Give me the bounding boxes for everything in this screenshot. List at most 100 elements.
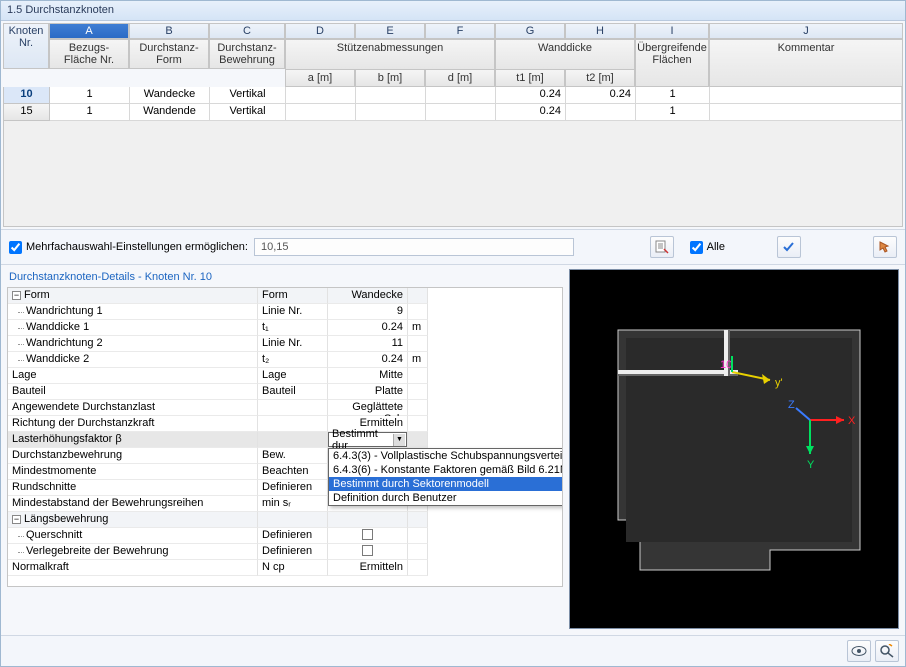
header-wand[interactable]: Wanddicke	[495, 39, 635, 69]
property-value[interactable]	[328, 528, 408, 544]
property-row[interactable]: BauteilBauteilPlatte	[8, 384, 562, 400]
cell-komm[interactable]	[710, 104, 902, 121]
dropdown-option[interactable]: 6.4.3(6) - Konstante Faktoren gemäß Bild…	[329, 463, 563, 477]
viewport-3d[interactable]: 10 y' X Y Z	[569, 269, 899, 629]
row-header[interactable]: 15	[4, 104, 50, 121]
property-value[interactable]: Ermitteln	[328, 560, 408, 576]
property-row[interactable]: NormalkraftN cpErmitteln	[8, 560, 562, 576]
col-letter-c[interactable]: C	[209, 23, 285, 39]
property-value[interactable]: 0.24	[328, 320, 408, 336]
property-group[interactable]: −Längsbewehrung	[8, 512, 562, 528]
pick-element-button[interactable]	[873, 236, 897, 258]
property-checkbox[interactable]	[362, 545, 373, 556]
cell-b[interactable]	[356, 104, 426, 121]
col-letter-h[interactable]: H	[565, 23, 635, 39]
col-letter-d[interactable]: D	[285, 23, 355, 39]
property-value[interactable]	[328, 544, 408, 560]
property-value[interactable]: 9	[328, 304, 408, 320]
cell-t2[interactable]: 0.24	[566, 87, 636, 104]
header-bew[interactable]: Durchstanz- Bewehrung	[209, 39, 285, 69]
property-value[interactable]: Wandecke	[328, 288, 408, 304]
property-symbol: Bauteil	[258, 384, 328, 400]
selection-input[interactable]: 10,15	[254, 238, 574, 256]
cell-t1[interactable]: 0.24	[496, 104, 566, 121]
property-row[interactable]: Angewendete DurchstanzlastGeglättete Sch	[8, 400, 562, 416]
dropdown-option[interactable]: Bestimmt durch Sektorenmodell	[329, 477, 563, 491]
dropdown-option[interactable]: 6.4.3(3) - Vollplastische Schubspannungs…	[329, 449, 563, 463]
beta-dropdown[interactable]: Bestimmt dur	[328, 432, 407, 447]
header-d[interactable]: d [m]	[425, 69, 495, 87]
cell-form[interactable]: Wandende	[130, 104, 210, 121]
property-value[interactable]: Mitte	[328, 368, 408, 384]
cell-ueber[interactable]: 1	[636, 104, 710, 121]
header-t1[interactable]: t1 [m]	[495, 69, 565, 87]
header-t2[interactable]: t2 [m]	[565, 69, 635, 87]
zoom-button[interactable]	[875, 640, 899, 662]
property-value[interactable]: Geglättete Sch	[328, 400, 408, 416]
dropdown-option[interactable]: Definition durch Benutzer	[329, 491, 563, 505]
multiselect-input[interactable]	[9, 241, 22, 254]
cell-bew[interactable]: Vertikal	[210, 104, 286, 121]
multiselect-checkbox[interactable]: Mehrfachauswahl-Einstellungen ermögliche…	[9, 241, 248, 254]
alle-input[interactable]	[690, 241, 703, 254]
property-row[interactable]: Wandrichtung 2Linie Nr.11	[8, 336, 562, 352]
header-bezug[interactable]: Bezugs- Fläche Nr.	[49, 39, 129, 69]
collapse-icon[interactable]: −	[12, 515, 21, 524]
property-row[interactable]: Wanddicke 2t₂0.24m	[8, 352, 562, 368]
property-row[interactable]: Wanddicke 1t₁0.24m	[8, 320, 562, 336]
cell-b[interactable]	[356, 87, 426, 104]
grid-body[interactable]: 10 1 Wandecke Vertikal 0.24 0.24 1 15 1 …	[3, 87, 903, 227]
col-letter-e[interactable]: E	[355, 23, 425, 39]
property-key: Durchstanzbewehrung	[12, 449, 122, 461]
apply-button[interactable]	[777, 236, 801, 258]
cell-bezug[interactable]: 1	[50, 87, 130, 104]
header-kommentar[interactable]: Kommentar	[709, 39, 903, 87]
header-ueber[interactable]: Übergreifende Flächen	[635, 39, 709, 87]
alle-checkbox[interactable]: Alle	[690, 241, 725, 254]
property-table[interactable]: −FormFormWandeckeWandrichtung 1Linie Nr.…	[7, 287, 563, 587]
col-letter-a[interactable]: A	[49, 23, 129, 39]
cell-d[interactable]	[426, 87, 496, 104]
col-letter-i[interactable]: I	[635, 23, 709, 39]
table-row[interactable]: 10 1 Wandecke Vertikal 0.24 0.24 1	[4, 87, 902, 104]
list-pick-button[interactable]	[650, 236, 674, 258]
table-row[interactable]: 15 1 Wandende Vertikal 0.24 1	[4, 104, 902, 121]
header-stuetz[interactable]: Stützenabmessungen	[285, 39, 495, 69]
header-form[interactable]: Durchstanz- Form	[129, 39, 209, 69]
property-value[interactable]: 0.24	[328, 352, 408, 368]
cell-a[interactable]	[286, 104, 356, 121]
cell-bew[interactable]: Vertikal	[210, 87, 286, 104]
property-unit: m	[408, 320, 428, 336]
property-row[interactable]: LageLageMitte	[8, 368, 562, 384]
header-b[interactable]: b [m]	[355, 69, 425, 87]
property-value[interactable]: Platte	[328, 384, 408, 400]
cell-ueber[interactable]: 1	[636, 87, 710, 104]
property-row[interactable]: Wandrichtung 1Linie Nr.9	[8, 304, 562, 320]
cell-t1[interactable]: 0.24	[496, 87, 566, 104]
property-value[interactable]: Bestimmt dur	[328, 432, 408, 448]
header-knoten-nr[interactable]: Knoten Nr.	[3, 23, 49, 69]
cell-a[interactable]	[286, 87, 356, 104]
property-group[interactable]: −FormFormWandecke	[8, 288, 562, 304]
property-checkbox[interactable]	[362, 529, 373, 540]
col-letter-f[interactable]: F	[425, 23, 495, 39]
col-letter-g[interactable]: G	[495, 23, 565, 39]
cell-bezug[interactable]: 1	[50, 104, 130, 121]
collapse-icon[interactable]: −	[12, 291, 21, 300]
property-value[interactable]	[328, 512, 408, 528]
cell-t2[interactable]	[566, 104, 636, 121]
col-letter-j[interactable]: J	[709, 23, 903, 39]
property-row[interactable]: QuerschnittDefinieren	[8, 528, 562, 544]
cell-komm[interactable]	[710, 87, 902, 104]
property-row[interactable]: Verlegebreite der BewehrungDefinieren	[8, 544, 562, 560]
view-toggle-button[interactable]	[847, 640, 871, 662]
cell-d[interactable]	[426, 104, 496, 121]
property-row[interactable]: Richtung der DurchstanzkraftErmitteln	[8, 416, 562, 432]
property-row[interactable]: Lasterhöhungsfaktor βBestimmt dur	[8, 432, 562, 448]
cell-form[interactable]: Wandecke	[130, 87, 210, 104]
property-value[interactable]: 11	[328, 336, 408, 352]
col-letter-b[interactable]: B	[129, 23, 209, 39]
header-a[interactable]: a [m]	[285, 69, 355, 87]
dropdown-popup[interactable]: 6.4.3(3) - Vollplastische Schubspannungs…	[328, 448, 563, 506]
row-header[interactable]: 10	[4, 87, 50, 104]
